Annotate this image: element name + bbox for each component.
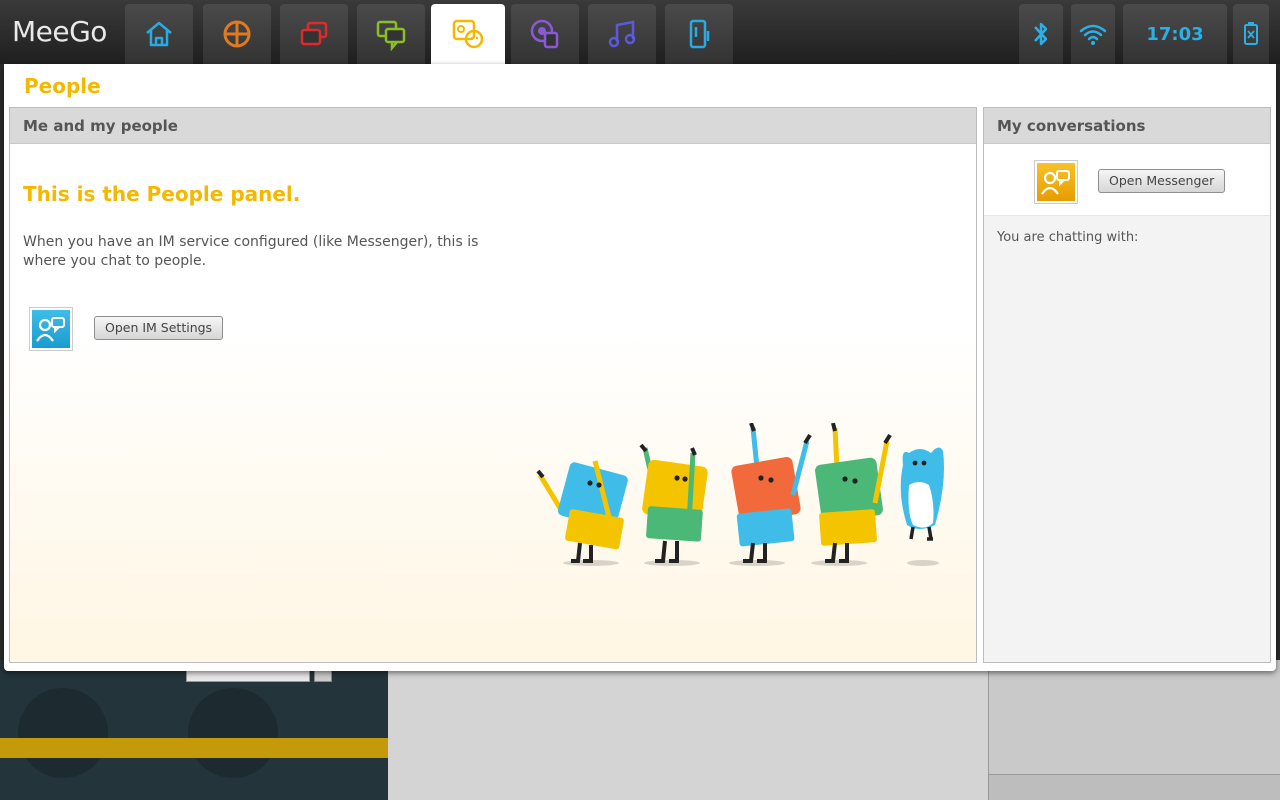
tab-applications[interactable] <box>203 4 271 64</box>
conversations-header-area: My conversations Open Messenger <box>984 108 1270 216</box>
background-arch <box>18 688 108 778</box>
people-icon <box>452 19 484 49</box>
panel-title: People <box>24 74 101 98</box>
clock[interactable]: 17:03 <box>1123 4 1227 64</box>
tab-media[interactable] <box>588 4 656 64</box>
my-conversations-pane: My conversations Open Messenger You are … <box>983 107 1271 663</box>
internet-icon <box>530 19 559 49</box>
music-icon <box>608 20 636 48</box>
tab-devices[interactable] <box>665 4 733 64</box>
tab-home[interactable] <box>125 4 193 64</box>
tab-people[interactable] <box>431 4 505 64</box>
people-icon <box>1041 170 1070 195</box>
background-window-right <box>988 660 1280 800</box>
zones-icon <box>300 21 328 46</box>
im-avatar <box>29 307 73 351</box>
background-bar <box>989 774 1280 800</box>
background-arch <box>188 688 278 778</box>
wifi-icon <box>1079 24 1107 45</box>
background-stripe <box>0 738 388 758</box>
clock-time: 17:03 <box>1146 23 1204 45</box>
open-im-settings-button[interactable]: Open IM Settings <box>94 316 224 340</box>
pane-header: Me and my people <box>10 108 976 144</box>
background-window <box>388 660 988 800</box>
meego-logo: MeeGo <box>12 15 107 48</box>
background-desktop <box>0 660 388 800</box>
tab-internet[interactable] <box>511 4 579 64</box>
device-icon <box>689 19 710 49</box>
panel-headline: This is the People panel. <box>23 182 301 206</box>
people-illustration <box>536 423 944 566</box>
tab-zones[interactable] <box>280 4 348 64</box>
bluetooth-status[interactable] <box>1019 4 1063 64</box>
top-panel: MeeGo 17:03 <box>0 0 1280 64</box>
messenger-avatar <box>1034 160 1078 204</box>
battery-status[interactable] <box>1233 4 1269 64</box>
chatting-with-label: You are chatting with: <box>997 230 1139 245</box>
open-messenger-button[interactable]: Open Messenger <box>1098 169 1226 193</box>
home-icon <box>146 21 172 47</box>
bluetooth-icon <box>1034 22 1048 46</box>
wifi-status[interactable] <box>1071 4 1115 64</box>
people-panel: People Me and my people This is the Peop… <box>4 64 1276 671</box>
tab-status[interactable] <box>357 4 425 64</box>
pane-header: My conversations <box>984 108 1270 144</box>
apps-icon <box>223 20 251 48</box>
panel-description: When you have an IM service configured (… <box>23 234 479 269</box>
me-and-my-people-pane: Me and my people This is the People pane… <box>9 107 977 663</box>
status-icon <box>376 20 406 51</box>
battery-icon <box>1244 22 1258 45</box>
people-icon <box>36 317 65 342</box>
